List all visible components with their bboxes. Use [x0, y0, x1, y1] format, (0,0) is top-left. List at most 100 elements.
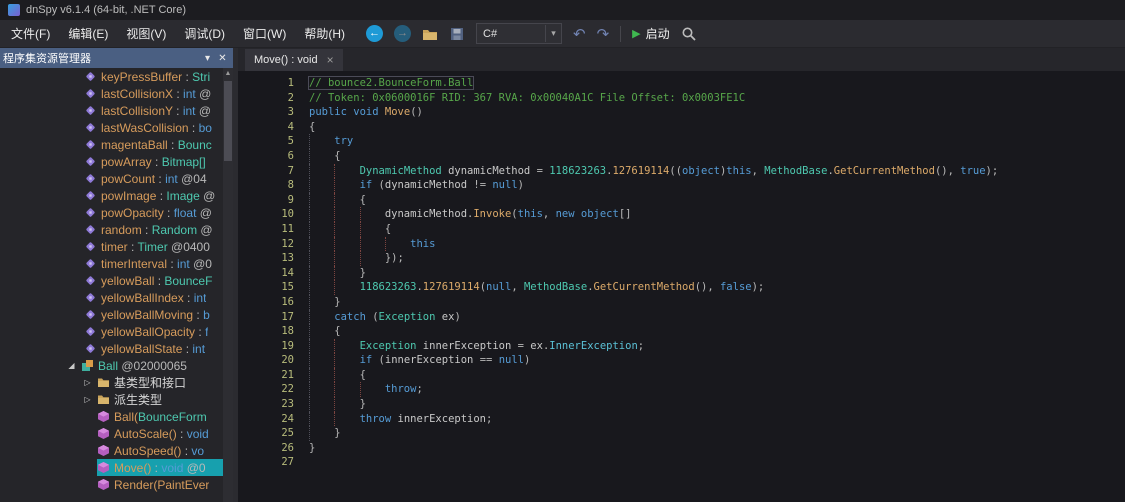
tree-item-label: powImage : Image @: [101, 189, 215, 203]
code-editor[interactable]: 1// bounce2.BounceForm.Ball2// Token: 0x…: [238, 71, 1125, 502]
tree-item-field[interactable]: lastWasCollision : bo: [0, 119, 223, 136]
tree-item-label: powOpacity : float @: [101, 206, 212, 220]
tree-item-folder[interactable]: ▷ 派生类型: [0, 391, 223, 408]
tree-item-field[interactable]: lastCollisionY : int @: [0, 102, 223, 119]
code-line: 4{: [238, 120, 1125, 135]
code-line: 19Exception innerException = ex.InnerExc…: [238, 339, 1125, 354]
class-icon: [81, 359, 94, 372]
close-icon[interactable]: ✕: [215, 53, 230, 64]
tree-item-label: AutoSpeed() : vo: [114, 444, 204, 458]
search-icon[interactable]: [681, 26, 697, 42]
forward-icon[interactable]: →: [394, 25, 411, 42]
tree-item-label: yellowBallOpacity : f: [101, 325, 208, 339]
tree-item-label: lastCollisionY : int @: [101, 104, 211, 118]
tree-item-field[interactable]: powArray : Bitmap[]: [0, 153, 223, 170]
code-line: 27: [238, 455, 1125, 470]
line-number: 26: [238, 441, 294, 456]
code-line: 24throw innerException;: [238, 412, 1125, 427]
line-number: 7: [238, 164, 294, 179]
line-number: 20: [238, 353, 294, 368]
tree-item-field[interactable]: powOpacity : float @: [0, 204, 223, 221]
tree-item-field[interactable]: yellowBall : BounceF: [0, 272, 223, 289]
language-select[interactable]: C# ▾: [476, 23, 562, 44]
tree-item-field[interactable]: powImage : Image @: [0, 187, 223, 204]
tree-item-field[interactable]: magentaBall : Bounc: [0, 136, 223, 153]
line-number: 8: [238, 178, 294, 193]
tree-item-label: lastCollisionX : int @: [101, 87, 211, 101]
chevron-down-icon[interactable]: ▾: [545, 25, 561, 42]
code-line: 14}: [238, 266, 1125, 281]
line-number: 19: [238, 339, 294, 354]
tab-move-void[interactable]: Move() : void ×: [245, 49, 343, 71]
save-icon[interactable]: [449, 26, 465, 42]
menu-edit[interactable]: 编辑(E): [59, 21, 117, 47]
tree-item-class[interactable]: ◢Ball @02000065: [0, 357, 223, 374]
field-icon: [84, 274, 97, 287]
menu-help[interactable]: 帮助(H): [295, 21, 354, 47]
code-line: 25}: [238, 426, 1125, 441]
line-number: 25: [238, 426, 294, 441]
language-select-value: C#: [477, 28, 545, 40]
start-button[interactable]: ▶ 启动: [632, 25, 669, 42]
tab-close-icon[interactable]: ×: [327, 53, 334, 67]
tree-item-method[interactable]: AutoScale() : void: [0, 425, 223, 442]
tree-item-field[interactable]: powCount : int @04: [0, 170, 223, 187]
code-line: 9{: [238, 193, 1125, 208]
tree-item-field[interactable]: yellowBallIndex : int: [0, 289, 223, 306]
tree-item-field[interactable]: timerInterval : int @0: [0, 255, 223, 272]
line-number: 9: [238, 193, 294, 208]
field-icon: [84, 291, 97, 304]
menu-view[interactable]: 视图(V): [117, 21, 175, 47]
tree-item-field[interactable]: yellowBallMoving : b: [0, 306, 223, 323]
line-number: 22: [238, 382, 294, 397]
tree-item-method[interactable]: Ball(BounceForm: [0, 408, 223, 425]
code-line: 16}: [238, 295, 1125, 310]
code-line: 20if (innerException == null): [238, 353, 1125, 368]
tree-item-folder[interactable]: ▷基类型和接口: [0, 374, 223, 391]
tree-item-field[interactable]: yellowBallOpacity : f: [0, 323, 223, 340]
folder-icon: [97, 393, 110, 406]
tree-item-label: keyPressBuffer : Stri: [101, 70, 210, 84]
code-line: 2// Token: 0x0600016F RID: 367 RVA: 0x00…: [238, 91, 1125, 106]
tree-item-method[interactable]: Render(PaintEver: [0, 476, 223, 493]
open-folder-icon[interactable]: [422, 26, 438, 42]
tree-item-label: Move() : void @0: [114, 461, 206, 475]
collapsed-arrow-icon[interactable]: ▷: [82, 395, 93, 404]
tree-item-field[interactable]: random : Random @: [0, 221, 223, 238]
code-line: 5try: [238, 134, 1125, 149]
tree-item-method[interactable]: AutoSpeed() : vo: [0, 442, 223, 459]
field-icon: [84, 342, 97, 355]
menus: 文件(F)编辑(E)视图(V)调试(D)窗口(W)帮助(H): [2, 21, 354, 47]
tree-item-field[interactable]: yellowBallState : int: [0, 340, 223, 357]
menu-file[interactable]: 文件(F): [2, 21, 59, 47]
scrollbar-thumb[interactable]: [224, 81, 232, 161]
method-icon: [97, 410, 110, 423]
tree-item-label: Ball(BounceForm: [114, 410, 207, 424]
tree-item-field[interactable]: timer : Timer @0400: [0, 238, 223, 255]
field-icon: [84, 325, 97, 338]
tree-item-method[interactable]: Move() : void @0: [0, 459, 223, 476]
code-line: 18{: [238, 324, 1125, 339]
tree-scrollbar[interactable]: ▲: [223, 68, 233, 502]
tree-item-field[interactable]: keyPressBuffer : Stri: [0, 68, 223, 85]
back-icon[interactable]: ←: [366, 25, 383, 42]
expanded-arrow-icon[interactable]: ◢: [66, 361, 77, 370]
app-icon: [8, 4, 20, 16]
tree-item-field[interactable]: lastCollisionX : int @: [0, 85, 223, 102]
menu-window[interactable]: 窗口(W): [234, 21, 295, 47]
line-number: 10: [238, 207, 294, 222]
chevron-down-icon[interactable]: ▾: [200, 53, 215, 64]
tree-item-label: 派生类型: [114, 391, 162, 408]
redo-icon[interactable]: ↷: [597, 25, 610, 43]
menu-debug[interactable]: 调试(D): [175, 21, 234, 47]
field-icon: [84, 189, 97, 202]
field-icon: [84, 257, 97, 270]
scroll-up-icon[interactable]: ▲: [223, 68, 233, 79]
line-number: 1: [238, 76, 294, 91]
tab-label: Move() : void: [254, 54, 318, 66]
undo-icon[interactable]: ↶: [573, 25, 586, 43]
collapsed-arrow-icon[interactable]: ▷: [82, 378, 93, 387]
code-line: 3public void Move(): [238, 105, 1125, 120]
line-number: 6: [238, 149, 294, 164]
explorer-tree: keyPressBuffer : Stri lastCollisionX : in…: [0, 68, 223, 502]
